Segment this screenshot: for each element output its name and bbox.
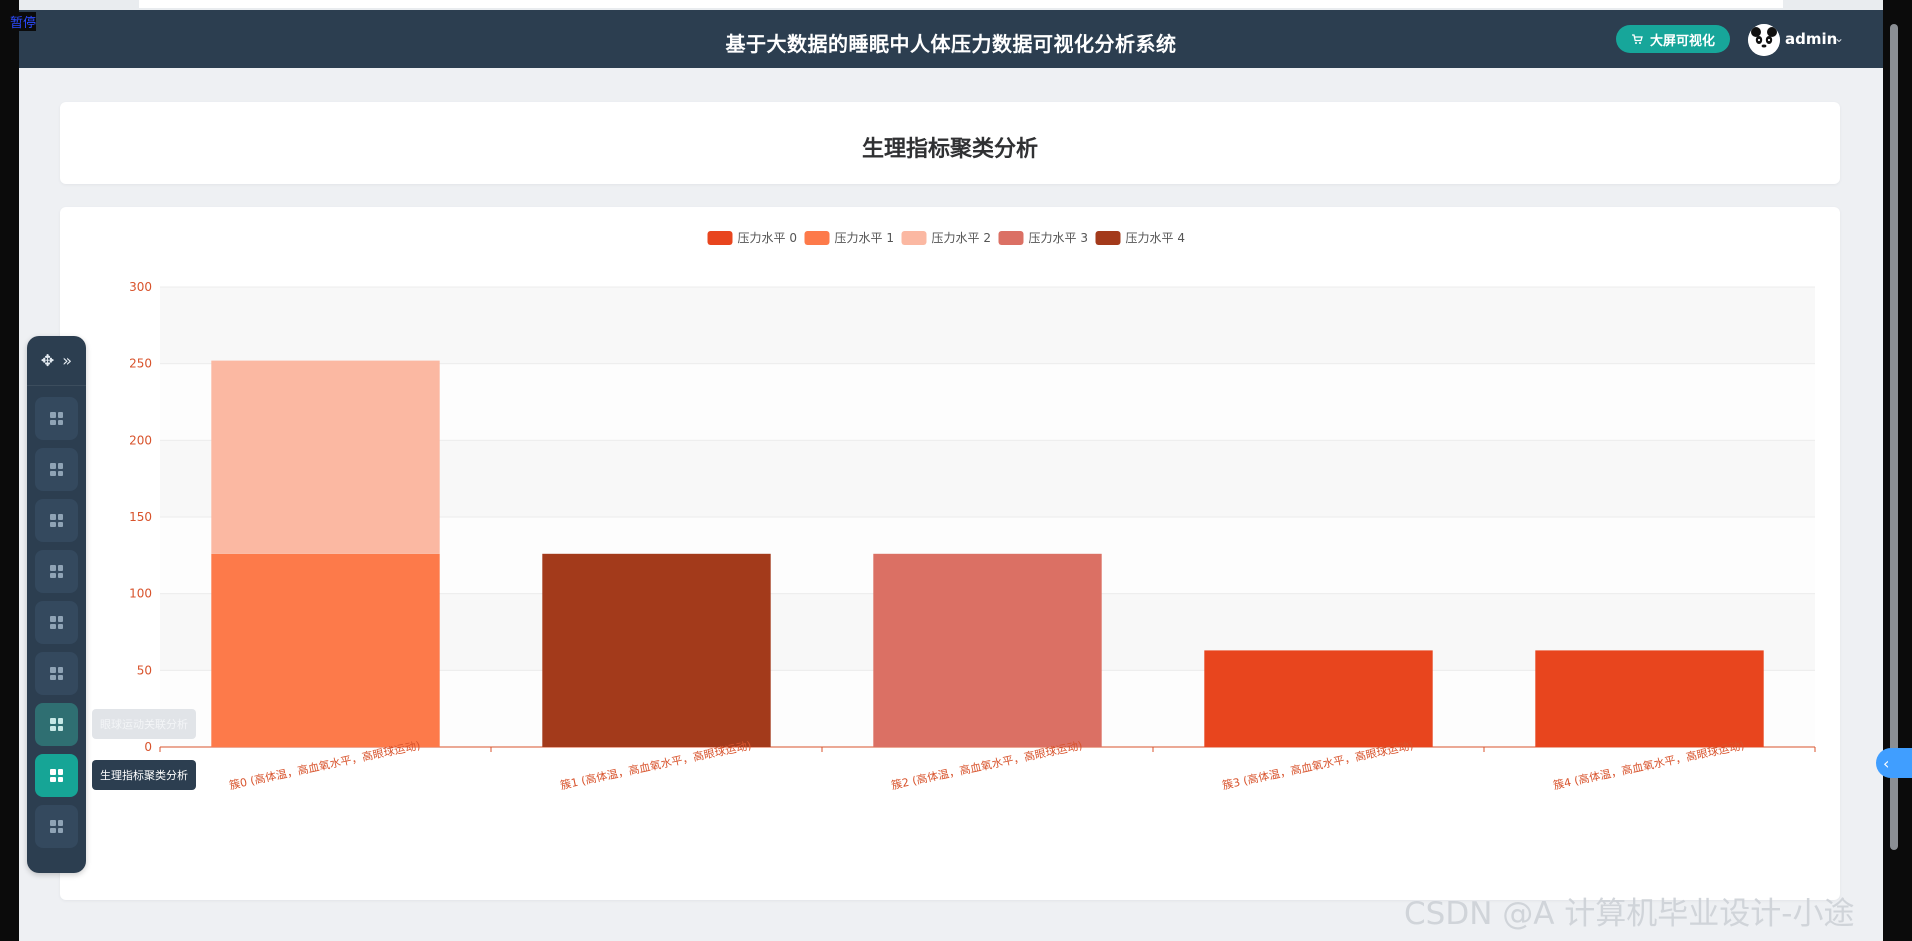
floating-sidebar: ✥ »: [27, 336, 86, 873]
y-tick-label: 100: [129, 587, 152, 601]
y-tick-label: 50: [137, 663, 152, 677]
expand-icon[interactable]: »: [62, 351, 72, 370]
title-card: 生理指标聚类分析: [60, 102, 1840, 184]
side-drawer-toggle[interactable]: ‹: [1876, 748, 1912, 778]
sidebar-item-6[interactable]: [35, 703, 78, 746]
grid-icon: [50, 667, 63, 680]
y-tick-label: 200: [129, 433, 152, 447]
chevron-down-icon[interactable]: ⌄: [1834, 31, 1844, 45]
legend-swatch: [901, 231, 927, 245]
legend-label: 压力水平 1: [835, 231, 894, 245]
y-tick-label: 300: [129, 280, 152, 294]
grid-icon: [50, 820, 63, 833]
page-scrollbar-thumb[interactable]: [1890, 24, 1898, 850]
grid-icon: [50, 463, 63, 476]
bigscreen-button-label: 大屏可视化: [1649, 33, 1715, 49]
main-content: 生理指标聚类分析 0 50 100 150 200 250 300 簇0 (高体温，高血氧水平…: [37, 68, 1864, 941]
move-icon[interactable]: ✥: [41, 351, 54, 370]
legend-swatch: [804, 231, 830, 245]
browser-top-strip: [19, 0, 1883, 10]
app-header: 基于大数据的睡眠中人体压力数据可视化分析系统 大屏可视化 admin ⌄: [19, 10, 1883, 68]
bar-3-series-0: [1204, 650, 1433, 747]
grid-icon: [50, 718, 63, 731]
y-tick-label: 0: [144, 740, 152, 754]
sidebar-item-2[interactable]: [35, 499, 78, 542]
y-tick-label: 150: [129, 510, 152, 524]
legend-swatch: [998, 231, 1024, 245]
user-name[interactable]: admin: [1785, 30, 1837, 48]
grid-icon: [50, 769, 63, 782]
panda-avatar-icon: [1748, 24, 1780, 56]
legend-swatch: [707, 231, 733, 245]
sidebar-item-7[interactable]: [35, 754, 78, 797]
sidebar-header: ✥ »: [27, 336, 86, 386]
grid-icon: [50, 412, 63, 425]
legend-label: 压力水平 3: [1029, 231, 1088, 245]
legend-swatch: [1095, 231, 1121, 245]
sidebar-tooltip-faded: 眼球运动关联分析: [92, 709, 196, 739]
app-viewport: 基于大数据的睡眠中人体压力数据可视化分析系统 大屏可视化 admin ⌄ 生理指…: [19, 0, 1883, 941]
bar-0-series-2: [211, 360, 440, 554]
pause-label[interactable]: 暂停: [10, 12, 37, 31]
bar-0-series-1: [211, 553, 440, 747]
sidebar-item-8[interactable]: [35, 805, 78, 848]
sidebar-item-5[interactable]: [35, 652, 78, 695]
legend-label: 压力水平 2: [932, 231, 991, 245]
bar-4-series-0: [1535, 650, 1764, 747]
legend-label: 压力水平 4: [1126, 231, 1185, 245]
sidebar-tooltip-active: 生理指标聚类分析: [92, 760, 196, 790]
stacked-bar-chart: 050100150200250300簇0 (高体温，高血氧水平，高眼球运动) 簇1…: [129, 231, 1816, 792]
sidebar-item-3[interactable]: [35, 550, 78, 593]
csdn-watermark: CSDN @A 计算机毕业设计-小途: [1404, 896, 1855, 932]
app-title: 基于大数据的睡眠中人体压力数据可视化分析系统: [725, 32, 1177, 56]
sidebar-item-1[interactable]: [35, 448, 78, 491]
sidebar-item-4[interactable]: [35, 601, 78, 644]
chart-card: 0 50 100 150 200 250 300 簇0 (高体温，高血氧水平，高眼球运动) 簇1…: [60, 207, 1840, 900]
bar-2-series-3: [873, 553, 1102, 747]
cart-icon: [1631, 34, 1643, 44]
grid-band: [160, 287, 1815, 364]
bar-1-series-4: [542, 553, 771, 747]
grid-icon: [50, 514, 63, 527]
y-tick-label: 250: [129, 357, 152, 371]
page-title: 生理指标聚类分析: [861, 137, 1038, 162]
grid-icon: [50, 565, 63, 578]
legend-label: 压力水平 0: [738, 231, 797, 245]
user-avatar[interactable]: [1748, 24, 1780, 56]
bigscreen-button[interactable]: 大屏可视化: [1616, 25, 1730, 53]
grid-icon: [50, 616, 63, 629]
sidebar-item-0[interactable]: [35, 397, 78, 440]
